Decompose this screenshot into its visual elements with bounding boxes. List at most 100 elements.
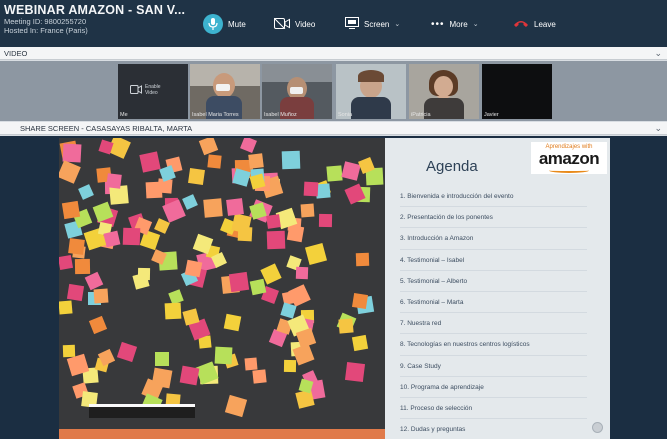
sticky-note [103,230,121,248]
sticky-note [249,278,267,296]
sticky-note [184,259,203,278]
share-screen-label: SHARE SCREEN - CASASAYAS RIBALTA, MARTA [20,124,193,133]
chevron-down-icon[interactable]: ⌄ [654,122,662,135]
sticky-note [355,252,370,267]
tile-label: Isabel Maria Torres [192,112,239,118]
tile-label: iPatricia [411,112,431,118]
screen-button[interactable]: Screen ⌄ [345,12,400,36]
sticky-note [318,213,333,228]
photo-bottom-strip [59,429,385,439]
tile-label-self: Me [120,112,128,118]
sticky-note [66,283,85,302]
sticky-note [224,394,248,418]
sticky-note [237,226,253,242]
tile-label: Sonia [338,112,353,118]
agenda-item: 5. Testimonial – Alberto [400,271,605,293]
sticky-note [300,203,315,218]
sticky-note [78,184,94,200]
sticky-note [326,165,343,182]
enable-label-2: Video [145,90,158,96]
agenda-item: 8. Tecnologías en nuestros centros logís… [400,334,605,356]
amazon-logo-word: amazon [538,149,600,168]
video-strip: Enable Video Me Isabel Maria Torres Isab… [0,61,667,121]
sticky-note [179,365,200,386]
sticky-note [248,153,264,169]
video-tile-participant[interactable]: iPatricia [409,64,479,119]
meeting-host: Hosted In: France (Paris) [4,26,88,35]
sticky-note [240,138,257,153]
sticky-note [116,341,138,363]
sticky-note [303,181,319,197]
agenda-title: Agenda [426,158,478,175]
mute-button[interactable]: Mute [203,12,246,36]
sticky-note [155,352,169,366]
sticky-note [68,238,85,255]
mute-icon [203,14,223,34]
video-tile-self[interactable]: Enable Video Me [118,64,188,119]
sticky-note [304,242,328,266]
sticky-note [137,267,151,281]
tile-label: Javier [484,112,499,118]
agenda-item: 6. Testimonial – Marta [400,292,605,314]
sticky-note [62,143,82,163]
video-tile-participant[interactable]: Javier [482,64,552,119]
sticky-note [283,359,297,373]
sticky-note [266,230,286,250]
sticky-note [139,151,161,173]
sticky-note [280,302,297,319]
more-dots-icon: ••• [431,18,445,30]
meeting-title: WEBINAR AMAZON - SAN V... [4,3,186,17]
mute-label: Mute [228,19,246,29]
sticky-note [281,150,301,170]
leave-phone-icon [513,19,529,30]
agenda-item: 11. Proceso de selección [400,398,605,420]
sticky-note [164,302,182,320]
video-tile-participant[interactable]: Sonia [336,64,406,119]
leave-button[interactable]: Leave [513,12,556,36]
leave-label: Leave [534,19,556,29]
sticky-note [62,344,76,358]
sticky-note [295,266,309,280]
video-button[interactable]: Video [273,12,315,36]
sticky-note [351,334,369,352]
sticky-note [266,214,281,229]
sticky-note [351,292,369,310]
screen-share-icon [345,17,359,31]
amazon-smile-icon [549,168,589,173]
sticky-note [244,357,258,371]
sticky-note [106,173,122,189]
enable-video-button[interactable]: Enable Video [130,81,161,99]
share-screen-header[interactable]: SHARE SCREEN - CASASAYAS RIBALTA, MARTA … [0,122,667,135]
more-button[interactable]: ••• More ⌄ [431,12,479,36]
sticky-note [88,315,108,335]
slide-control-button[interactable] [592,422,603,433]
sticky-note [341,161,361,181]
video-section-header[interactable]: VIDEO ⌄ [0,47,667,60]
sticky-note [59,254,74,271]
agenda-item: 4. Testimonial – Isabel [400,250,605,271]
sticky-note [226,198,244,216]
sticky-note [59,160,81,184]
meeting-id: Meeting ID: 9800255720 [4,17,87,26]
chevron-down-icon: ⌄ [394,21,401,28]
sticky-note [338,318,354,334]
agenda-panel: Agenda Aprendizajes with amazon 1. Bienv… [385,138,610,439]
video-camera-icon [130,81,142,99]
agenda-item: 7. Nuestra red [400,313,605,335]
sticky-note [84,271,104,291]
sticky-note [344,361,366,383]
video-tile-participant[interactable]: Isabel Muñoz [262,64,332,119]
sticky-note [61,200,81,220]
photo-tray [89,404,195,418]
sticky-note [74,258,91,275]
sticky-notes-photo [59,138,385,439]
video-section-label: VIDEO [4,49,28,58]
more-label: More [449,19,468,29]
sticky-note [122,227,141,246]
chevron-down-icon[interactable]: ⌄ [654,47,662,60]
video-tile-participant[interactable]: Isabel Maria Torres [190,64,260,119]
amazon-logo: Aprendizajes with amazon [531,142,607,174]
agenda-item: 12. Dudas y preguntas [400,419,605,439]
tile-label: Isabel Muñoz [264,112,297,118]
video-camera-icon [273,17,290,31]
